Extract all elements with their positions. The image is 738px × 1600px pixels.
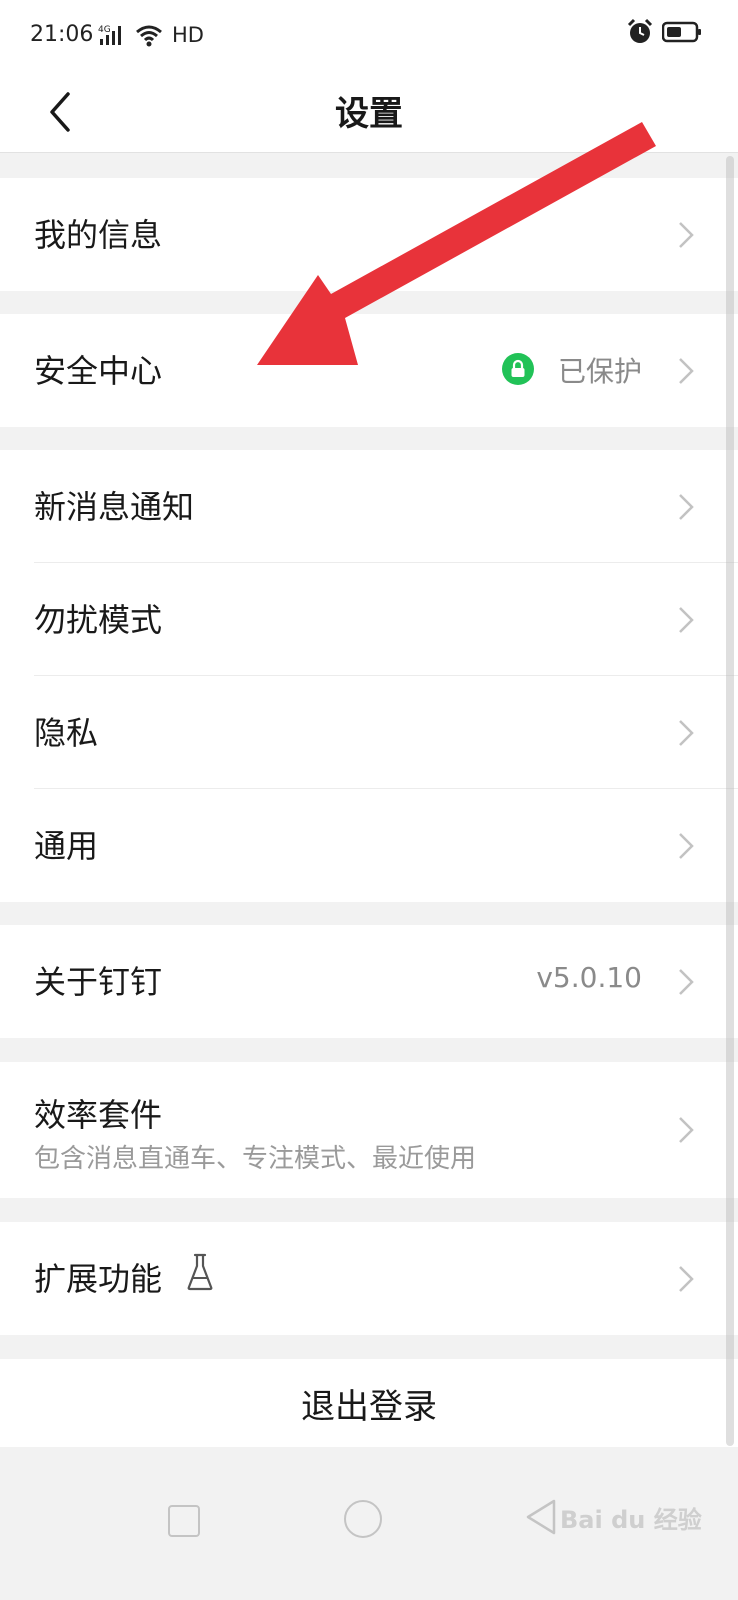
chevron-right-icon xyxy=(679,494,694,520)
settings-group-efficiency: 效率套件 包含消息直通车、专注模式、最近使用 xyxy=(0,1062,738,1198)
general-label: 通用 xyxy=(34,827,99,865)
system-nav-bar: Bai du 经验 xyxy=(0,1450,738,1600)
network-label: 4G xyxy=(98,25,111,35)
settings-group-about: 关于钉钉 v5.0.10 xyxy=(0,925,738,1038)
logout-group: 退出登录 xyxy=(0,1359,738,1447)
efficiency-subtitle: 包含消息直通车、专注模式、最近使用 xyxy=(34,1144,477,1174)
alarm-icon xyxy=(627,18,653,43)
my-info-row[interactable]: 我的信息 xyxy=(0,178,738,291)
security-center-row[interactable]: 安全中心 已保护 xyxy=(0,314,738,427)
home-button[interactable] xyxy=(344,1500,382,1538)
status-bar: 21:06 4G HD xyxy=(0,0,738,72)
do-not-disturb-label: 勿扰模式 xyxy=(34,601,163,639)
about-dingtalk-row[interactable]: 关于钉钉 v5.0.10 xyxy=(0,925,738,1038)
status-indicators: 4G HD xyxy=(98,20,204,50)
status-time: 21:06 xyxy=(30,22,94,47)
battery-icon xyxy=(662,21,701,43)
back-triangle-icon[interactable] xyxy=(524,1498,558,1536)
page-title: 设置 xyxy=(335,94,403,134)
watermark: Bai du 经验 xyxy=(560,1506,702,1534)
my-info-label: 我的信息 xyxy=(34,216,163,254)
efficiency-label: 效率套件 xyxy=(34,1096,163,1134)
settings-group-security: 安全中心 已保护 xyxy=(0,314,738,427)
lock-icon xyxy=(502,353,534,385)
chevron-right-icon xyxy=(679,1266,694,1292)
security-status: 已保护 xyxy=(557,355,642,388)
privacy-row[interactable]: 隐私 xyxy=(0,676,738,789)
flask-icon xyxy=(187,1253,213,1291)
signal-icon: 4G xyxy=(98,25,121,45)
logout-button[interactable]: 退出登录 xyxy=(0,1359,738,1447)
chevron-right-icon xyxy=(679,969,694,995)
extensions-label: 扩展功能 xyxy=(34,1260,163,1298)
about-label: 关于钉钉 xyxy=(34,963,163,1001)
chevron-right-icon xyxy=(679,607,694,633)
scrollbar[interactable] xyxy=(726,156,734,1446)
version-label: v5.0.10 xyxy=(536,961,642,994)
chevron-right-icon xyxy=(679,222,694,248)
chevron-right-icon xyxy=(679,358,694,384)
settings-group-general: 新消息通知 勿扰模式 隐私 通用 xyxy=(0,450,738,902)
chevron-right-icon xyxy=(679,1117,694,1143)
settings-group-profile: 我的信息 xyxy=(0,178,738,291)
hd-label: HD xyxy=(172,23,204,47)
wifi-icon xyxy=(136,25,162,47)
settings-group-extensions: 扩展功能 xyxy=(0,1222,738,1335)
general-row[interactable]: 通用 xyxy=(0,789,738,902)
recent-apps-button[interactable] xyxy=(168,1505,200,1537)
security-center-label: 安全中心 xyxy=(34,352,163,390)
efficiency-suite-row[interactable]: 效率套件 包含消息直通车、专注模式、最近使用 xyxy=(0,1062,738,1198)
logout-label: 退出登录 xyxy=(301,1387,437,1427)
status-right xyxy=(626,18,702,46)
notification-label: 新消息通知 xyxy=(34,488,195,526)
chevron-right-icon xyxy=(679,720,694,746)
do-not-disturb-row[interactable]: 勿扰模式 xyxy=(0,563,738,676)
privacy-label: 隐私 xyxy=(34,714,99,752)
extensions-row[interactable]: 扩展功能 xyxy=(0,1222,738,1335)
nav-bar: 设置 xyxy=(0,72,738,153)
new-message-notification-row[interactable]: 新消息通知 xyxy=(0,450,738,563)
chevron-right-icon xyxy=(679,833,694,859)
